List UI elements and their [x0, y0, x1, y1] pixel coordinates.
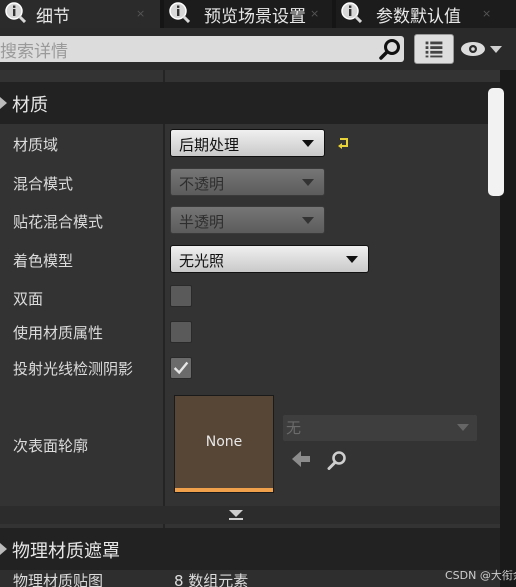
category-header-physical-material-mask[interactable]: 物理材质遮罩 — [0, 528, 500, 570]
dropdown-value: 后期处理 — [179, 136, 240, 154]
thumbnail-label: None — [205, 434, 243, 450]
material-domain-dropdown[interactable]: 后期处理 — [170, 129, 325, 157]
property-label: 次表面轮廓 — [13, 437, 89, 455]
tab-close-button[interactable]: × — [136, 7, 145, 20]
view-options-eye-icon[interactable] — [460, 39, 506, 59]
shading-model-dropdown[interactable]: 无光照 — [170, 245, 369, 273]
advanced-expand-bar[interactable] — [0, 506, 500, 524]
asset-type-color-bar — [175, 488, 273, 492]
reset-to-default-icon[interactable] — [337, 137, 351, 149]
chevron-down-icon — [457, 424, 469, 431]
two-sided-checkbox[interactable] — [170, 285, 192, 307]
property-label: 着色模型 — [13, 252, 74, 270]
subsurface-profile-asset-picker[interactable]: 无 — [283, 415, 477, 441]
checkmark-icon — [173, 361, 189, 375]
dropdown-value: 无光照 — [179, 252, 225, 270]
collapse-arrow-icon[interactable] — [0, 97, 7, 109]
dropdown-value: 半透明 — [179, 213, 225, 231]
browse-asset-search-icon[interactable] — [327, 450, 347, 470]
collapse-arrow-icon[interactable] — [0, 543, 7, 555]
property-label: 物理材质贴图 — [13, 572, 104, 587]
scrollbar-thumb[interactable] — [488, 88, 504, 196]
asset-thumbnail[interactable]: None — [174, 395, 274, 493]
tab-bar: 细节 × 预览场景设置 × 参数默认值 × — [0, 0, 516, 28]
info-magnifier-icon — [341, 2, 362, 23]
search-input[interactable]: 搜索详情 — [0, 36, 404, 62]
tab-parameter-defaults[interactable]: 参数默认值 × — [336, 0, 516, 28]
category-title: 物理材质遮罩 — [12, 541, 120, 562]
use-material-attributes-checkbox[interactable] — [170, 321, 192, 343]
property-label: 投射光线检测阴影 — [13, 360, 134, 378]
array-element-count: 8 数组元素 — [174, 572, 249, 587]
tab-close-button[interactable]: × — [482, 7, 491, 20]
tab-label: 参数默认值 — [376, 7, 461, 27]
details-panel: 材质 材质域 后期处理 混合模式 不透明 贴花混合模式 半透明 着色模型 无光照… — [0, 70, 500, 587]
search-placeholder: 搜索详情 — [0, 42, 68, 62]
category-header-material[interactable]: 材质 — [0, 82, 500, 124]
property-label: 混合模式 — [13, 175, 74, 193]
chevron-down-icon — [302, 217, 314, 224]
decal-blend-mode-dropdown[interactable]: 半透明 — [170, 206, 325, 234]
info-magnifier-icon — [5, 2, 26, 23]
search-bar: 搜索详情 — [0, 28, 516, 70]
cast-ray-traced-shadows-checkbox[interactable] — [170, 357, 192, 379]
property-label: 使用材质属性 — [13, 324, 104, 342]
use-selected-asset-arrow-icon[interactable] — [291, 450, 311, 468]
tab-label: 预览场景设置 — [204, 7, 306, 27]
property-label: 贴花混合模式 — [13, 213, 104, 231]
asset-picker-value: 无 — [286, 419, 302, 437]
chevron-down-icon — [302, 179, 314, 186]
dropdown-value: 不透明 — [179, 175, 225, 193]
tab-label: 细节 — [36, 7, 70, 27]
tab-details[interactable]: 细节 × — [0, 0, 160, 28]
search-icon[interactable] — [378, 37, 402, 61]
info-magnifier-icon — [169, 2, 190, 23]
expand-advanced-icon — [229, 510, 243, 520]
chevron-down-icon — [346, 256, 358, 263]
watermark-text: CSDN @大衔余 — [445, 569, 516, 582]
grid-list-icon — [425, 41, 443, 58]
chevron-down-icon — [302, 140, 314, 147]
tab-close-button[interactable]: × — [310, 7, 319, 20]
tab-preview-scene-settings[interactable]: 预览场景设置 × — [164, 0, 332, 28]
property-row: 物理材质贴图 8 数组元素 — [0, 570, 500, 587]
blend-mode-dropdown[interactable]: 不透明 — [170, 168, 325, 196]
property-label: 材质域 — [13, 136, 59, 154]
category-title: 材质 — [12, 95, 48, 116]
property-label: 双面 — [13, 290, 44, 308]
property-matrix-button[interactable] — [414, 34, 454, 64]
